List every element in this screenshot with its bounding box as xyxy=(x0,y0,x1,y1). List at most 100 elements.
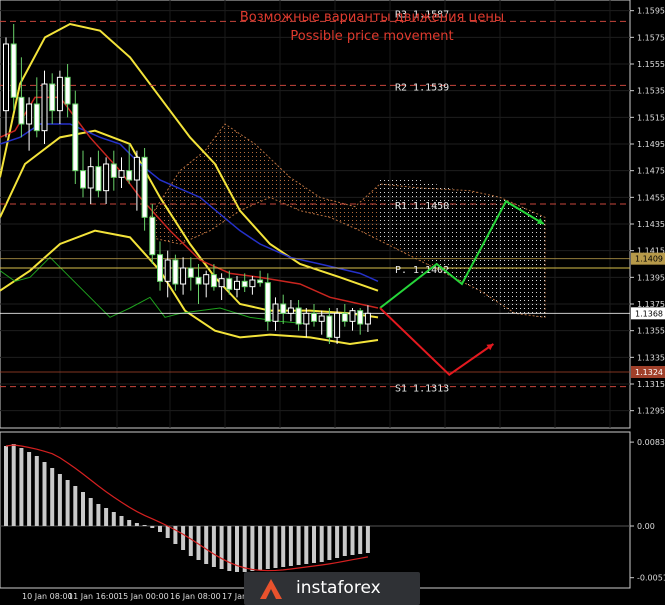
macd-hist-bar xyxy=(296,526,301,565)
macd-hist-bar xyxy=(127,520,132,526)
candle-body xyxy=(180,267,187,285)
macd-hist-bar xyxy=(4,446,8,526)
candle-body xyxy=(357,310,364,325)
candle-body xyxy=(72,103,79,172)
candle-body xyxy=(164,259,171,282)
candle-body xyxy=(87,166,94,189)
y-tick-label: 1.1595 xyxy=(637,7,665,16)
candle-body xyxy=(195,276,202,285)
candle-body xyxy=(26,103,33,125)
macd-hist-bar xyxy=(304,526,309,564)
pivot-level-label: S1 1.1313 xyxy=(395,384,449,395)
macd-hist-bar xyxy=(204,526,209,564)
y-tick-label: 1.1335 xyxy=(637,353,665,362)
price-tag-label: 1.1368 xyxy=(635,309,663,318)
x-tick-label: 11 Jan 16:00 xyxy=(68,592,119,601)
candle-body xyxy=(349,310,356,322)
candle-body xyxy=(311,312,317,322)
macd-hist-bar xyxy=(312,526,316,563)
chart-title: Возможные варианты движения цены xyxy=(240,10,504,25)
macd-hist-bar xyxy=(350,526,355,555)
macd-hist-bar xyxy=(150,526,155,528)
y-tick-label: 1.1495 xyxy=(637,140,665,149)
candle-body xyxy=(18,96,25,125)
y-tick-label: 1.1435 xyxy=(637,220,665,229)
candle-body xyxy=(203,274,210,285)
candle-body xyxy=(364,312,371,325)
candle-body xyxy=(295,307,302,325)
candle-body xyxy=(249,279,256,288)
macd-hist-bar xyxy=(250,526,255,571)
y-tick-label: 1.1315 xyxy=(637,380,665,389)
macd-hist-bar xyxy=(319,526,324,562)
macd-tick-label: 0.00 xyxy=(637,522,655,531)
macd-hist-bar xyxy=(134,523,139,526)
macd-hist-bar xyxy=(11,444,16,526)
macd-hist-bar xyxy=(96,504,101,526)
macd-hist-bar xyxy=(335,526,340,558)
macd-hist-bar xyxy=(227,526,232,571)
macd-hist-bar xyxy=(57,474,62,526)
candle-body xyxy=(341,312,348,322)
candle-body xyxy=(241,280,248,288)
macd-hist-bar xyxy=(242,526,247,572)
candle-body xyxy=(257,279,264,284)
chart-subtitle: Possible price movement xyxy=(290,29,453,44)
macd-hist-bar xyxy=(358,526,363,554)
x-tick-label: 16 Jan 08:00 xyxy=(170,592,221,601)
candle-body xyxy=(126,170,133,181)
candle-body xyxy=(172,259,179,285)
candle-body xyxy=(141,156,148,218)
candle-body xyxy=(234,280,240,290)
macd-hist-bar xyxy=(81,492,85,526)
macd-hist-bar xyxy=(158,526,162,532)
forex-chart: R3 1.1587R2 1.1539R1 1.1450P. 1.1402S1 1… xyxy=(0,0,665,605)
macd-hist-bar xyxy=(119,516,124,526)
y-tick-label: 1.1575 xyxy=(637,33,665,42)
candle-body xyxy=(303,312,310,325)
candle-body xyxy=(103,163,110,192)
candle-body xyxy=(149,216,156,256)
macd-hist-bar xyxy=(327,526,332,560)
x-tick-label: 10 Jan 08:00 xyxy=(22,592,73,601)
pivot-level-label: R2 1.1539 xyxy=(395,82,449,93)
candle-body xyxy=(218,278,225,288)
macd-hist-bar xyxy=(258,526,263,570)
macd-hist-bar xyxy=(88,498,93,526)
candle-body xyxy=(33,103,40,132)
y-tick-label: 1.1355 xyxy=(637,327,665,336)
instaforex-logo-icon xyxy=(260,579,282,599)
candle-body xyxy=(280,303,287,314)
y-tick-label: 1.1555 xyxy=(637,60,665,69)
y-tick-label: 1.1515 xyxy=(637,113,665,122)
candle-body xyxy=(157,254,163,282)
macd-hist-bar xyxy=(65,480,70,526)
candle-body xyxy=(10,43,17,98)
candle-body xyxy=(133,156,140,181)
y-tick-label: 1.1295 xyxy=(637,407,665,416)
macd-hist-bar xyxy=(73,486,78,526)
macd-hist-bar xyxy=(165,526,170,538)
instaforex-logo: instaforex xyxy=(244,572,420,605)
candle-body xyxy=(326,315,333,338)
candle-body xyxy=(264,282,271,322)
candle-body xyxy=(3,43,9,112)
macd-hist-bar xyxy=(111,512,116,526)
macd-hist-bar xyxy=(288,526,293,566)
macd-tick-label: 0.00839 xyxy=(637,438,665,447)
candle-body xyxy=(210,274,217,288)
macd-hist-bar xyxy=(188,526,193,556)
macd-hist-bar xyxy=(181,526,186,550)
candle-body xyxy=(95,166,102,192)
macd-hist-bar xyxy=(42,462,47,526)
price-tag-label: 1.1409 xyxy=(635,255,663,264)
candle-body xyxy=(110,163,117,178)
candle-body xyxy=(187,267,194,278)
candle-body xyxy=(272,303,279,322)
candle-body xyxy=(56,76,63,112)
candle-body xyxy=(226,278,233,290)
macd-hist-bar xyxy=(273,526,278,568)
macd-tick-label: -0.00517 xyxy=(637,574,665,583)
macd-hist-bar xyxy=(211,526,216,567)
macd-hist-bar xyxy=(219,526,224,569)
